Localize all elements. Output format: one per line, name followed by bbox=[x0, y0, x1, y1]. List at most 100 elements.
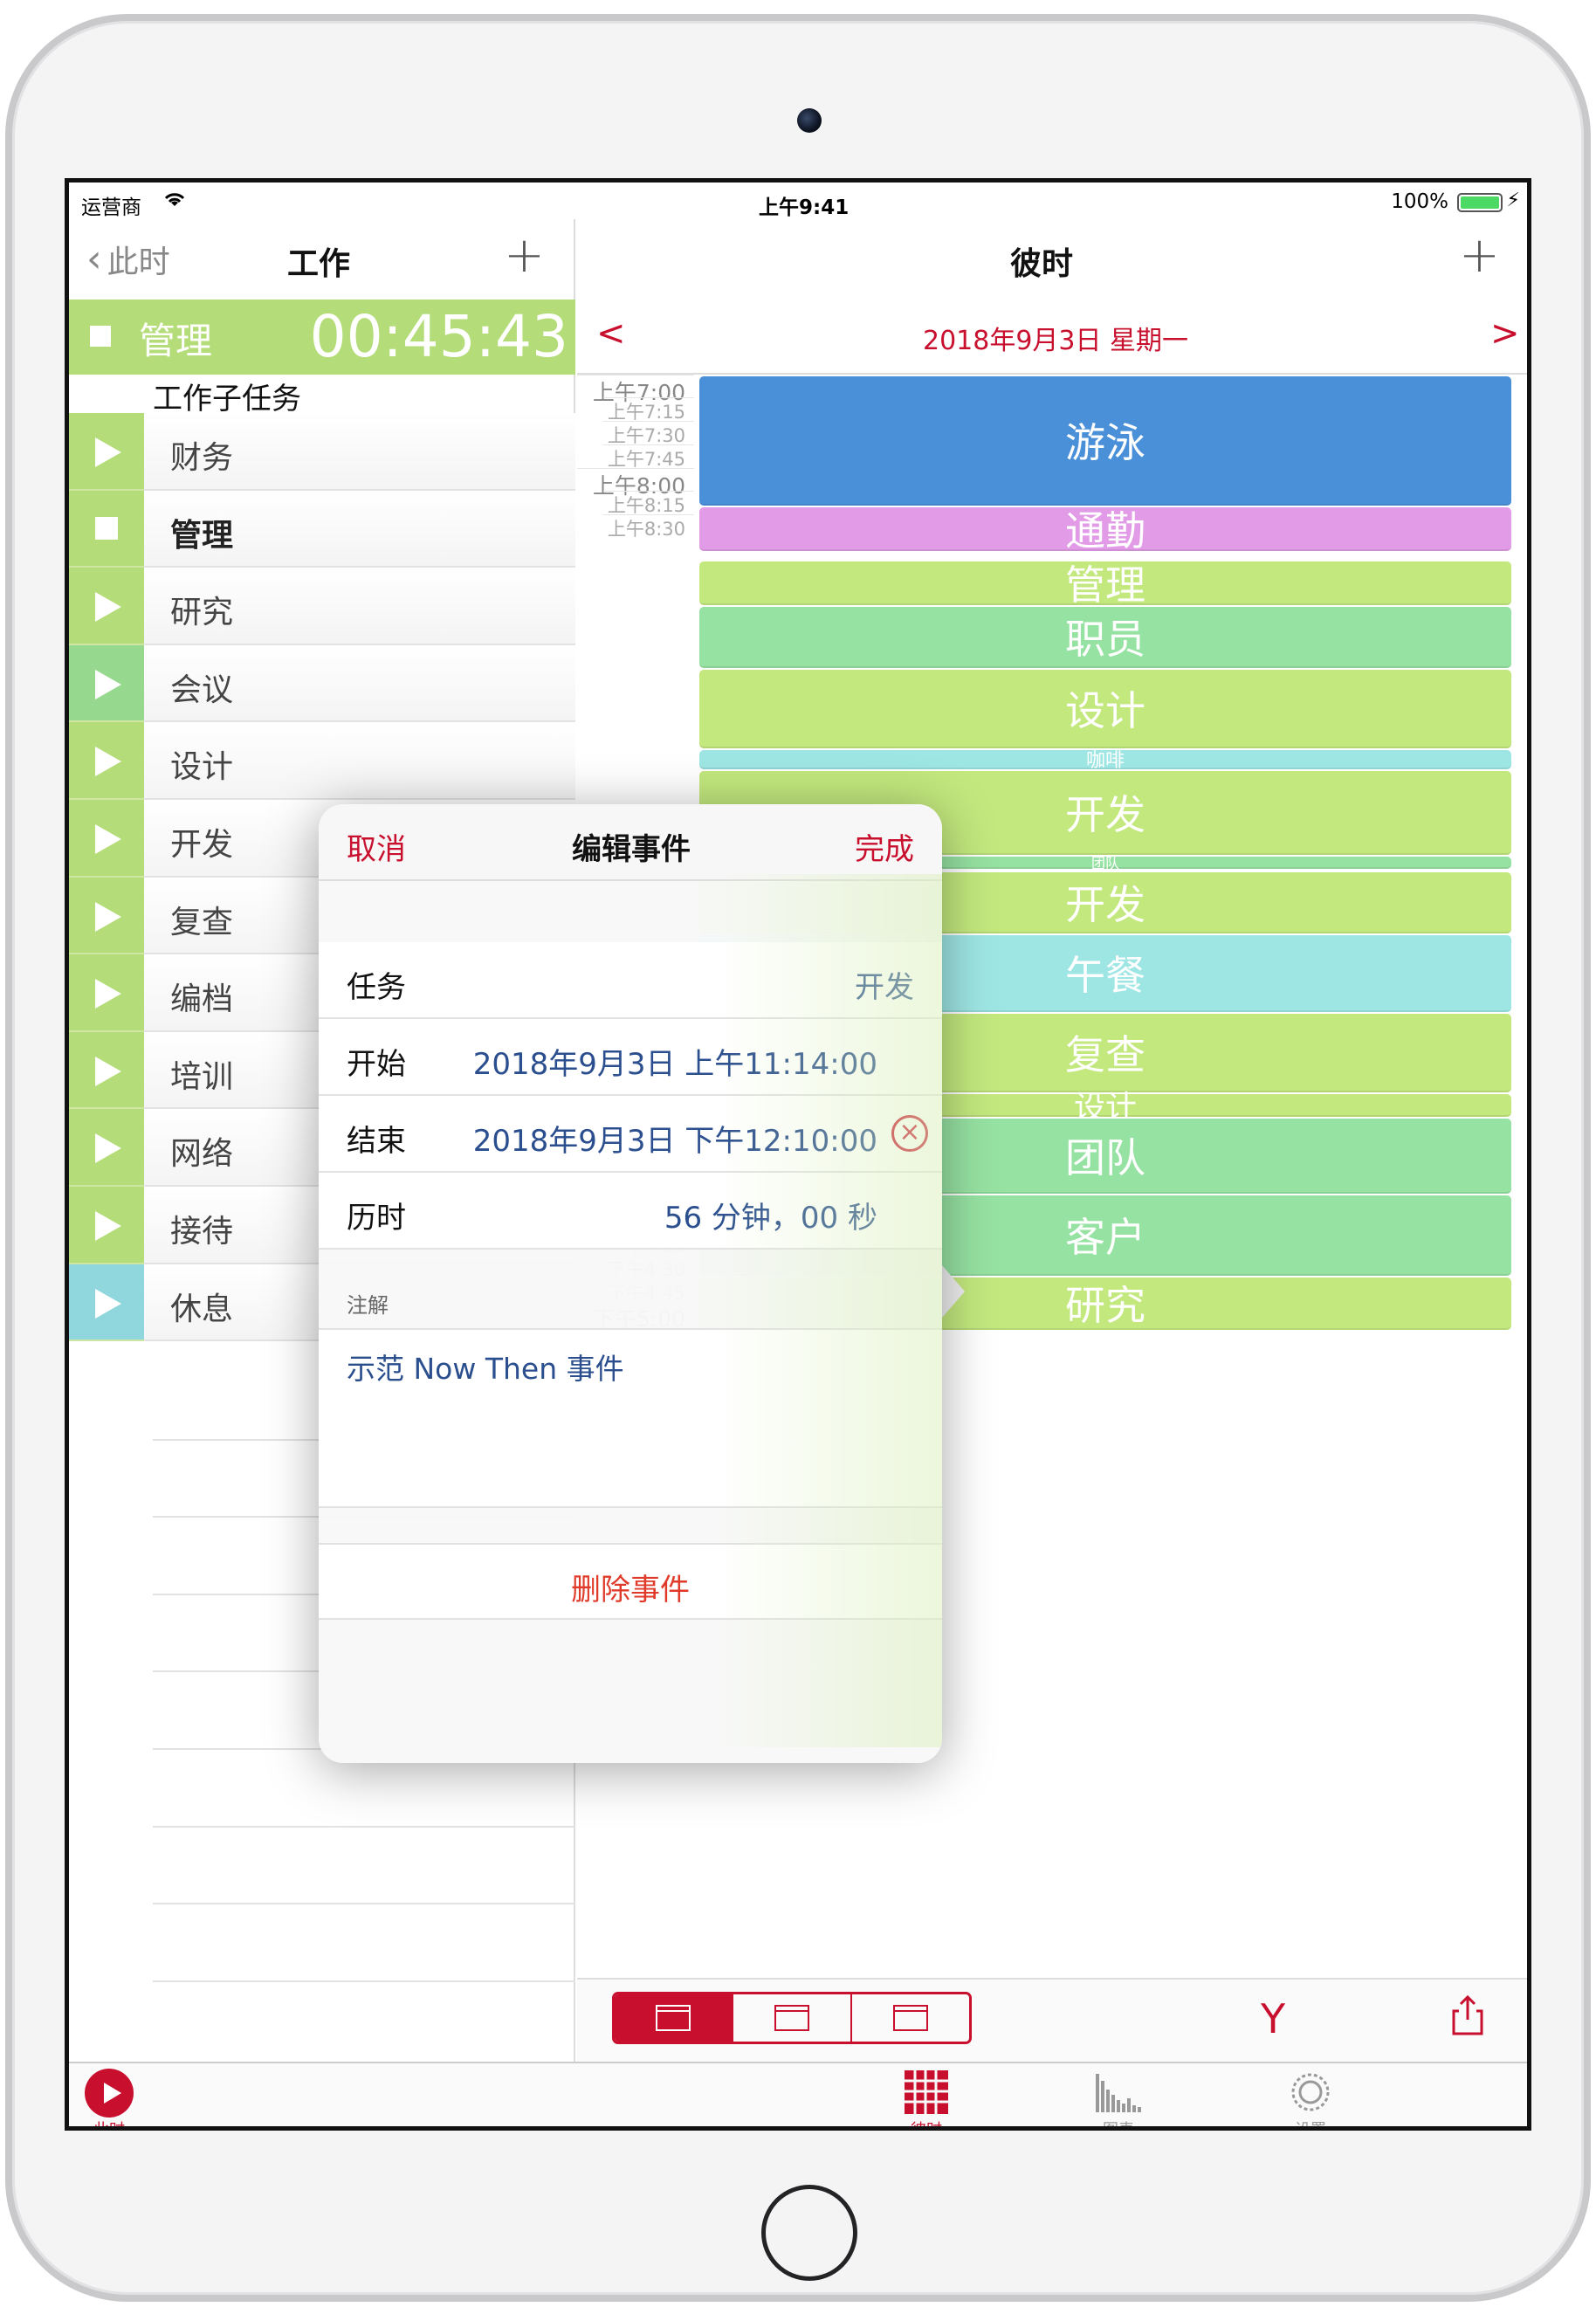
play-icon bbox=[95, 669, 121, 699]
cancel-button[interactable]: 取消 bbox=[347, 825, 406, 868]
duration-label: 历时 bbox=[347, 1201, 406, 1236]
event-block[interactable]: 管理 bbox=[699, 561, 1511, 609]
screen: 运营商 上午9:41 100% ⚡ ‹ 此时 工作 + 管理 00:45:43 … bbox=[65, 178, 1531, 2131]
stop-icon[interactable] bbox=[90, 326, 111, 347]
play-icon bbox=[95, 1056, 121, 1086]
tab-then[interactable]: 彼时 bbox=[874, 2069, 979, 2131]
clear-end-icon[interactable]: × bbox=[891, 1115, 928, 1152]
record-tab-label: 此时 bbox=[93, 2121, 125, 2131]
event-block[interactable]: 设计 bbox=[699, 670, 1511, 748]
back-button[interactable]: ‹ 此时 bbox=[86, 237, 170, 282]
task-toggle[interactable] bbox=[69, 413, 144, 491]
task-row[interactable]: 会议 bbox=[69, 644, 575, 723]
timeline-toolbar: Y bbox=[577, 1978, 1527, 2062]
task-value: 开发 bbox=[855, 970, 914, 1005]
event-block[interactable]: 咖啡 bbox=[699, 750, 1511, 772]
task-toggle[interactable] bbox=[69, 490, 144, 568]
prev-day-button[interactable]: < bbox=[596, 313, 626, 354]
share-icon[interactable] bbox=[1450, 1994, 1485, 2037]
task-label: 会议 bbox=[170, 671, 234, 708]
play-icon bbox=[95, 1288, 121, 1319]
record-tab[interactable]: 此时 bbox=[69, 2069, 162, 2131]
task-toggle[interactable] bbox=[69, 799, 144, 878]
tab-charts-label: 图表 bbox=[1103, 2121, 1134, 2131]
task-row[interactable]: 研究 bbox=[69, 568, 575, 645]
task-row[interactable]: 财务 bbox=[69, 413, 575, 491]
task-label: 休息 bbox=[170, 1291, 234, 1327]
merge-icon[interactable]: Y bbox=[1261, 1995, 1285, 2042]
popover-title: 编辑事件 bbox=[572, 832, 691, 867]
charging-icon: ⚡ bbox=[1506, 189, 1520, 211]
task-toggle[interactable] bbox=[69, 1109, 144, 1187]
time-label: 上午8:30 bbox=[603, 514, 694, 541]
carrier-label: 运营商 bbox=[81, 196, 141, 219]
task-row[interactable]: 设计 bbox=[69, 722, 575, 800]
task-toggle[interactable] bbox=[69, 1264, 144, 1342]
day-view-button[interactable] bbox=[615, 1994, 733, 2042]
task-label: 管理 bbox=[170, 517, 234, 554]
bar-chart-icon bbox=[1096, 2074, 1141, 2112]
status-bar: 运营商 上午9:41 100% ⚡ bbox=[69, 182, 1527, 219]
start-row[interactable]: 开始 2018年9月3日 上午11:14:00 bbox=[319, 1019, 942, 1096]
tab-bar: 此时 彼时 图表 设置 bbox=[69, 2062, 1527, 2131]
current-task-bar[interactable]: 管理 00:45:43 bbox=[69, 300, 575, 375]
add-task-button[interactable]: + bbox=[504, 231, 545, 280]
month-view-icon bbox=[893, 2005, 928, 2031]
timeline-title: 彼时 bbox=[1010, 246, 1074, 282]
duration-row: 历时 56 分钟，00 秒 bbox=[319, 1173, 942, 1250]
task-label: 编档 bbox=[170, 981, 234, 1018]
end-row[interactable]: 结束 2018年9月3日 下午12:10:00 × bbox=[319, 1096, 942, 1173]
tab-then-label: 彼时 bbox=[911, 2121, 942, 2131]
month-view-button[interactable] bbox=[852, 1994, 969, 2042]
task-label: 设计 bbox=[170, 749, 234, 786]
task-nav-bar: ‹ 此时 工作 + bbox=[69, 219, 575, 300]
task-label: 开发 bbox=[170, 826, 234, 863]
tab-settings-label: 设置 bbox=[1295, 2121, 1326, 2131]
popover-header: 取消 编辑事件 完成 bbox=[319, 804, 942, 881]
week-view-icon bbox=[774, 2005, 809, 2031]
task-toggle[interactable] bbox=[69, 1186, 144, 1264]
task-toggle[interactable] bbox=[69, 954, 144, 1032]
edit-event-popover: 取消 编辑事件 完成 任务 开发 开始 2018年9月3日 上午11:14:00… bbox=[319, 804, 942, 1763]
task-toggle[interactable] bbox=[69, 568, 144, 645]
task-toggle[interactable] bbox=[69, 877, 144, 955]
event-block[interactable]: 通勤 bbox=[699, 507, 1511, 554]
task-toggle[interactable] bbox=[69, 722, 144, 800]
view-mode-segment bbox=[612, 1992, 972, 2044]
current-date[interactable]: 2018年9月3日 星期一 bbox=[923, 319, 1188, 357]
task-label: 培训 bbox=[170, 1058, 234, 1095]
task-row[interactable]: 管理 bbox=[69, 490, 575, 568]
current-task-name: 管理 bbox=[139, 320, 213, 362]
clock: 上午9:41 bbox=[759, 196, 850, 219]
delete-event-button[interactable]: 删除事件 bbox=[319, 1543, 942, 1620]
play-icon bbox=[95, 1133, 121, 1164]
task-toggle[interactable] bbox=[69, 1031, 144, 1110]
battery-percent: 100% bbox=[1391, 190, 1448, 213]
battery-icon bbox=[1457, 193, 1503, 212]
day-view-icon bbox=[656, 2005, 691, 2031]
next-day-button[interactable]: > bbox=[1490, 313, 1520, 354]
tab-settings[interactable]: 设置 bbox=[1258, 2069, 1363, 2131]
stop-icon bbox=[95, 516, 118, 540]
week-view-button[interactable] bbox=[733, 1994, 852, 2042]
play-icon bbox=[95, 747, 121, 777]
task-label: 任务 bbox=[347, 970, 406, 1005]
subtasks-header: 工作子任务 bbox=[153, 382, 301, 417]
home-button[interactable] bbox=[761, 2185, 857, 2281]
event-block[interactable]: 职员 bbox=[699, 607, 1511, 668]
task-row[interactable]: 任务 开发 bbox=[319, 942, 942, 1019]
duration-value: 56 分钟，00 秒 bbox=[664, 1201, 877, 1236]
tab-charts[interactable]: 图表 bbox=[1066, 2069, 1171, 2131]
play-icon bbox=[95, 592, 121, 623]
notes-label: 注解 bbox=[347, 1293, 389, 1318]
done-button[interactable]: 完成 bbox=[855, 825, 914, 868]
play-icon bbox=[95, 437, 121, 467]
end-label: 结束 bbox=[347, 1124, 406, 1159]
task-label: 研究 bbox=[170, 595, 234, 631]
event-block[interactable]: 游泳 bbox=[699, 376, 1511, 506]
task-toggle[interactable] bbox=[69, 644, 144, 723]
notes-field[interactable]: 示范 Now Then 事件 bbox=[319, 1328, 942, 1508]
add-event-button[interactable]: + bbox=[1459, 231, 1500, 280]
start-value: 2018年9月3日 上午11:14:00 bbox=[472, 1047, 877, 1082]
record-icon bbox=[85, 2069, 134, 2118]
